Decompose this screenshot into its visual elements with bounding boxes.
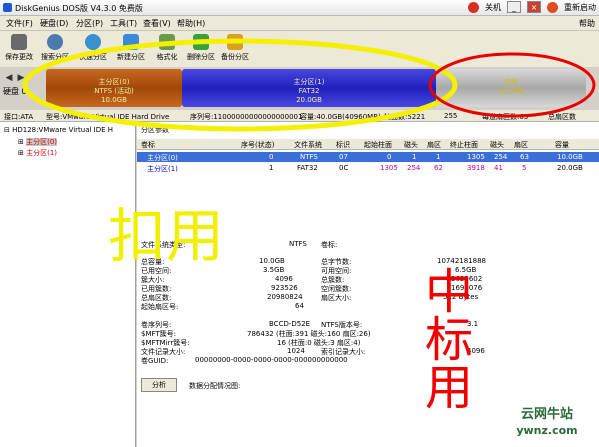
partition-block-0[interactable]: 主分区(0) NTFS (活动) 10.0GB	[46, 69, 182, 107]
quick-partition-icon	[85, 34, 101, 50]
left-arrow-icon[interactable]: ◀	[4, 73, 14, 83]
cylinders-info: 柱面数:5221	[384, 113, 426, 121]
toolbar: 保存更改 搜索分区 快速分区 新建分区 格式化 删除分区 备份分区	[0, 31, 599, 67]
partition-panel: 分区参数 卷标 序号(状态) 文件系统 标识 起始柱面 磁头 扇区 终止柱面 磁…	[137, 122, 599, 447]
power-icon[interactable]	[468, 1, 479, 13]
heads-info: 255	[444, 112, 458, 120]
format-icon	[159, 34, 175, 50]
restart-icon[interactable]	[547, 1, 558, 13]
collapse-icon[interactable]: ⊟	[4, 126, 10, 134]
app-icon	[3, 3, 12, 12]
backup-partition-button[interactable]: 备份分区	[218, 33, 252, 65]
menu-file[interactable]: 文件(F)	[6, 18, 33, 29]
right-arrow-icon[interactable]: ▶	[16, 73, 26, 83]
close-button[interactable]: ×	[527, 1, 541, 13]
magnifier-icon	[47, 34, 63, 50]
expand-icon[interactable]: ⊞	[18, 138, 24, 146]
new-partition-button[interactable]: 新建分区	[114, 33, 148, 65]
table-header: 卷标 序号(状态) 文件系统 标识 起始柱面 磁头 扇区 终止柱面 磁头 扇区 …	[137, 139, 599, 150]
menu-partition[interactable]: 分区(P)	[76, 18, 103, 29]
format-button[interactable]: 格式化	[150, 33, 184, 65]
table-row[interactable]: 主分区(0) 0 NTFS 07 0 1 1 1305 254 63 10.0G…	[137, 152, 599, 162]
minimize-button[interactable]: _	[507, 1, 521, 13]
window-title: DiskGenius DOS版 V4.3.0 免费版	[15, 4, 143, 13]
search-partition-button[interactable]: 搜索分区	[38, 33, 72, 65]
menu-disk[interactable]: 硬盘(D)	[40, 18, 68, 29]
serial-info: 序列号:11000000000000000001	[190, 113, 303, 121]
analyze-button[interactable]: 分析	[141, 378, 177, 392]
backup-icon	[227, 34, 243, 50]
title-bar: DiskGenius DOS版 V4.3.0 免费版 关机 _ × 重新启动	[0, 0, 599, 16]
partition-details: 文件系统类型: NTFS 卷标: 总容量: 10.0GB 已用空间: 3.5GB…	[141, 240, 486, 365]
bottom-bar: 分析 数据分配情况图:	[137, 378, 599, 394]
interface-info: 接口:ATA	[4, 113, 34, 121]
partition-block-1[interactable]: 主分区(1) FAT32 20.0GB	[182, 69, 436, 107]
new-partition-icon	[123, 34, 139, 50]
help-link[interactable]: 帮助	[579, 18, 595, 29]
disk-label: 硬盘 0	[3, 87, 27, 96]
menu-help[interactable]: 帮助(H)	[177, 18, 205, 29]
menu-tools[interactable]: 工具(T)	[110, 18, 137, 29]
total-sectors-info: 总扇区数	[548, 113, 576, 121]
delete-icon	[193, 34, 209, 50]
sectors-info: 每道扇区数:63	[482, 113, 529, 121]
save-icon	[11, 34, 27, 50]
delete-partition-button[interactable]: 删除分区	[184, 33, 218, 65]
tree-partition-0[interactable]: ⊞ 主分区(0)	[18, 137, 58, 147]
free-space-block[interactable]: 空闲 10.0GB	[436, 69, 586, 107]
save-button[interactable]: 保存更改	[2, 33, 36, 65]
watermark: 云网牛站 ywnz.com	[516, 407, 578, 437]
shutdown-button[interactable]: 关机	[485, 2, 501, 13]
tree-disk[interactable]: ⊟ HD128:VMware Virtual IDE H	[4, 126, 113, 134]
model-info: 型号:VMware Virtual IDE Hard Drive	[46, 113, 170, 121]
menu-view[interactable]: 查看(V)	[143, 18, 171, 29]
capacity-info: 容量:40.0GB(40960MB)	[300, 113, 381, 121]
allocation-map-label: 数据分配情况图:	[189, 382, 241, 390]
disk-tree: ⊟ HD128:VMware Virtual IDE H ⊞ 主分区(0) ⊞ …	[0, 122, 136, 447]
table-row[interactable]: 主分区(1) 1 FAT32 0C 1305 254 62 3918 41 5 …	[137, 163, 599, 173]
restart-button[interactable]: 重新启动	[564, 2, 596, 13]
menu-bar: 文件(F) 硬盘(D) 分区(P) 工具(T) 查看(V) 帮助(H) 帮助	[0, 16, 599, 31]
quick-partition-button[interactable]: 快速分区	[76, 33, 110, 65]
disk-map: ◀ ▶ 硬盘 0 主分区(0) NTFS (活动) 10.0GB 主分区(1) …	[0, 67, 599, 110]
tab-partition-params[interactable]: 分区参数	[141, 125, 169, 135]
expand-icon[interactable]: ⊞	[18, 149, 24, 157]
disk-info-bar: 接口:ATA 型号:VMware Virtual IDE Hard Drive …	[0, 110, 599, 122]
tree-partition-1[interactable]: ⊞ 主分区(1)	[18, 148, 57, 158]
